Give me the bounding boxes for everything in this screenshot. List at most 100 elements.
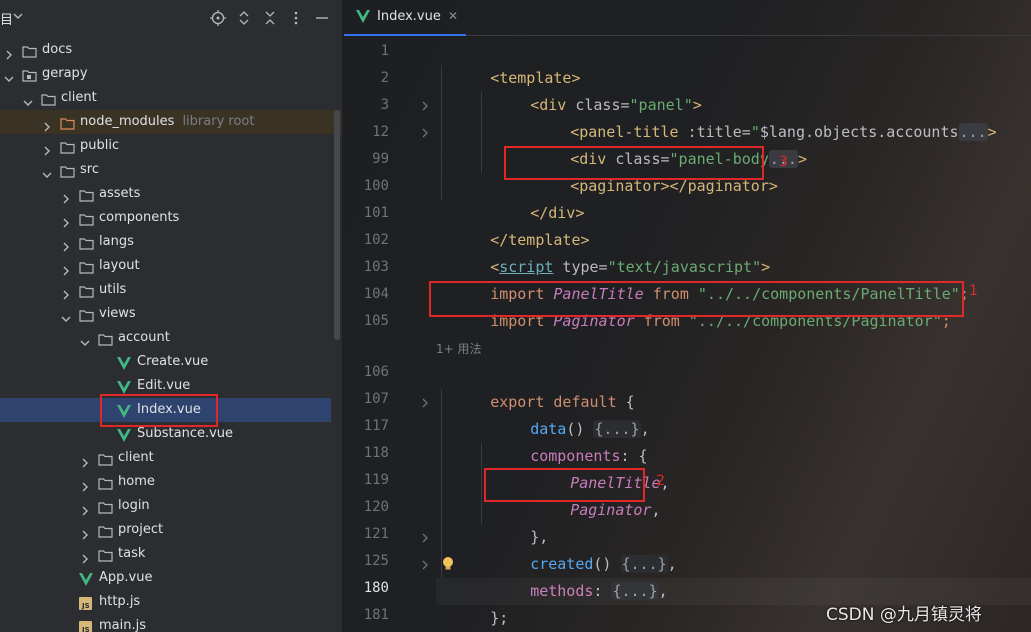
code-token: Paginator <box>570 501 652 519</box>
svg-text:JS: JS <box>81 626 90 632</box>
line-number: 103 <box>363 259 389 275</box>
code-token: , <box>651 501 661 519</box>
chevron-down-icon[interactable] <box>13 11 23 21</box>
js-file-icon: JS <box>79 619 92 632</box>
tree-item-label: main.js <box>99 618 146 632</box>
tree-item-main-js[interactable]: JS main.js <box>0 614 342 632</box>
code-line: <panel-title :title="$lang.objects.accou… <box>516 92 997 141</box>
fold-chevron-icon[interactable] <box>420 128 430 138</box>
code-line: created() {...}, <box>476 524 677 573</box>
line-number: 119 <box>363 472 389 488</box>
tree-item-label: Create.vue <box>137 354 209 369</box>
annotation-box-index-file <box>100 394 218 427</box>
fold-chevron-icon[interactable] <box>420 101 430 111</box>
locate-icon[interactable] <box>209 9 227 27</box>
code-line: <div class="panel-body...> <box>516 119 807 168</box>
line-number-gutter: 1 2 3 12 99 100 101 102 103 104 105 106 107 117 118 119… <box>344 38 434 632</box>
code-line: <script type="text/javascript"> <box>436 227 770 276</box>
line-number: 101 <box>363 205 389 221</box>
vue-file-icon <box>356 10 370 23</box>
tree-item-langs[interactable]: langs <box>0 230 342 254</box>
tree-item-public[interactable]: public <box>0 134 342 158</box>
code-line: data() {...}, <box>476 389 650 438</box>
annotation-box-import <box>429 281 964 317</box>
watermark: CSDN @九月镇灵将 <box>826 605 982 625</box>
line-number: 118 <box>363 445 389 461</box>
tree-item-label: account <box>118 330 170 345</box>
code-line: import PanelTitle from "../../components… <box>436 254 969 303</box>
tree-item-components[interactable]: components <box>0 206 342 230</box>
tree-item-gerapy[interactable]: gerapy <box>0 62 342 86</box>
tree-item-label: utils <box>99 282 127 297</box>
line-number: 107 <box>363 391 389 407</box>
annotation-box-paginator-tag <box>504 146 764 180</box>
code-line: methods: {...}, <box>476 551 668 600</box>
tree-item-app-vue[interactable]: App.vue <box>0 566 342 590</box>
tree-item-label: project <box>118 522 164 537</box>
tree-item-project[interactable]: project <box>0 518 342 542</box>
tree-item-label: gerapy <box>42 66 88 81</box>
tree-item-home[interactable]: home <box>0 470 342 494</box>
tree-item-http-js[interactable]: JS http.js <box>0 590 342 614</box>
line-number: 12 <box>372 124 389 140</box>
line-number: 125 <box>363 553 389 569</box>
fold-chevron-icon[interactable] <box>420 398 430 408</box>
tree-item-label: client <box>61 90 97 105</box>
tree-item-node-modules[interactable]: node_modules library root <box>0 110 342 134</box>
minimize-icon[interactable] <box>313 9 331 27</box>
tree-item-docs[interactable]: docs <box>0 38 342 62</box>
annotation-number-2: 2 <box>656 473 665 489</box>
line-number: 1 <box>380 43 389 59</box>
line-number: 2 <box>380 70 389 86</box>
tree-item-label: assets <box>99 186 141 201</box>
tree-item-account[interactable]: account <box>0 326 342 350</box>
tree-item-label: langs <box>99 234 134 249</box>
line-number: 181 <box>363 607 389 623</box>
code-line: components: { <box>476 416 647 465</box>
line-number: 105 <box>363 313 389 329</box>
tab-label: Index.vue <box>377 9 441 24</box>
annotation-number-3: 3 <box>779 154 788 170</box>
code-line: <template> <box>436 38 580 87</box>
tree-item-task[interactable]: task <box>0 542 342 566</box>
lightbulb-icon[interactable] <box>442 556 454 572</box>
tree-item-views[interactable]: views <box>0 302 342 326</box>
collapse-all-icon[interactable] <box>261 9 279 27</box>
tree-item-label: components <box>99 210 180 225</box>
code-line: </script> <box>436 605 571 632</box>
close-icon[interactable]: ✕ <box>448 10 460 22</box>
more-options-icon[interactable] <box>287 9 305 27</box>
tree-item-label: src <box>80 162 99 177</box>
code-line: export default { <box>436 362 635 411</box>
tree-item-login[interactable]: login <box>0 494 342 518</box>
line-number: 104 <box>363 286 389 302</box>
tree-item-assets[interactable]: assets <box>0 182 342 206</box>
line-number: 180 <box>363 580 389 596</box>
sidebar-scrollbar[interactable] <box>334 110 340 340</box>
project-view-label[interactable]: 目 <box>0 9 13 28</box>
code-area[interactable]: <template> <div class="panel"> <panel-ti… <box>436 38 1031 632</box>
code-line: </template> <box>436 200 589 249</box>
tree-item-label: views <box>99 306 136 321</box>
tree-item-client[interactable]: client <box>0 86 342 110</box>
tree-item-label: node_modules library root <box>80 114 255 129</box>
code-line: <div class="panel"> <box>476 65 702 114</box>
annotation-number-1: 1 <box>969 283 978 299</box>
line-number: 102 <box>363 232 389 248</box>
tree-item-src[interactable]: src <box>0 158 342 182</box>
usage-hint[interactable]: 1+ 用法 <box>436 336 482 363</box>
fold-chevron-icon[interactable] <box>420 560 430 570</box>
fold-chevron-icon[interactable] <box>420 533 430 543</box>
tree-item-create-vue[interactable]: Create.vue <box>0 350 342 374</box>
tree-item-label: App.vue <box>99 570 153 585</box>
folded-region[interactable]: ... <box>958 123 988 141</box>
tree-item-client[interactable]: client <box>0 446 342 470</box>
tab-index-vue[interactable]: Index.vue ✕ <box>344 0 466 36</box>
tree-item-layout[interactable]: layout <box>0 254 342 278</box>
tree-item-label: docs <box>42 42 73 57</box>
line-number: 106 <box>363 364 389 380</box>
expand-collapse-icon[interactable] <box>235 9 253 27</box>
tree-item-label: public <box>80 138 120 153</box>
tree-item-label: home <box>118 474 155 489</box>
tree-item-utils[interactable]: utils <box>0 278 342 302</box>
